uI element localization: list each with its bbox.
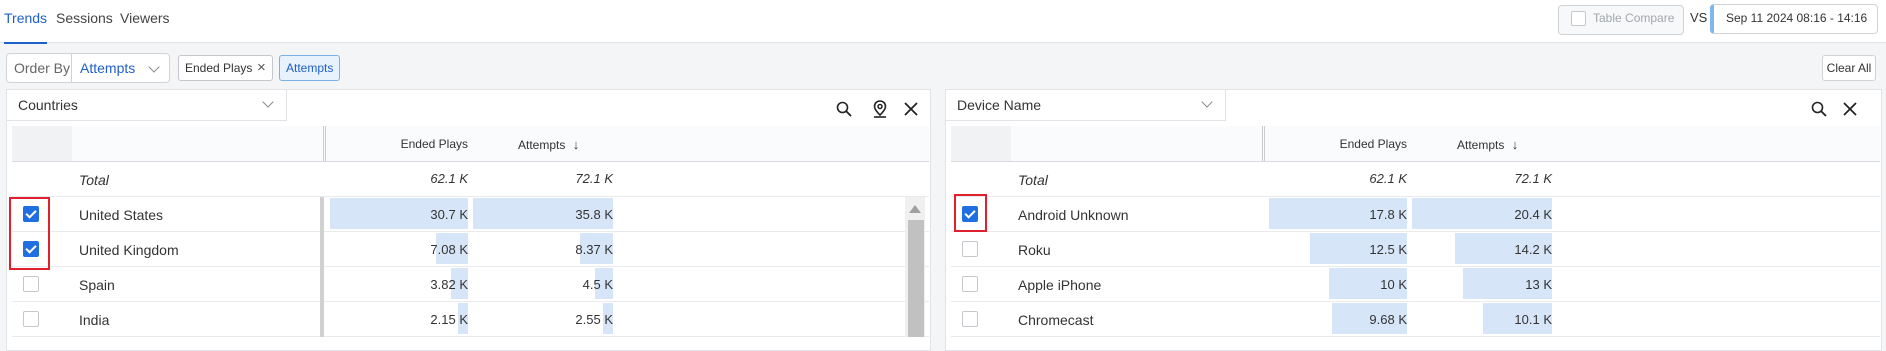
panel-title: Countries: [18, 97, 78, 113]
row-attempts: 20.4 K: [1514, 207, 1552, 222]
column-label: Attempts: [1457, 138, 1505, 152]
column-ended-plays[interactable]: Ended Plays: [380, 137, 468, 151]
tab-trends[interactable]: Trends: [4, 8, 48, 44]
search-icon[interactable]: [1811, 101, 1827, 117]
order-by-divider: [71, 54, 72, 82]
column-divider[interactable]: [323, 126, 324, 161]
clear-all-button[interactable]: Clear All: [1822, 55, 1876, 81]
selection-highlight: [9, 197, 50, 270]
total-label: Total: [79, 172, 109, 188]
chip-label: Attempts: [286, 61, 334, 75]
row-checkbox[interactable]: [962, 311, 978, 327]
row-checkbox[interactable]: [23, 311, 39, 327]
row-ended-plays: 30.7 K: [430, 207, 468, 222]
total-ended-plays: 62.1 K: [1369, 171, 1407, 186]
row-checkbox[interactable]: [962, 276, 978, 292]
column-divider: [1264, 126, 1265, 161]
column-divider[interactable]: [1262, 126, 1263, 161]
row-name: India: [79, 312, 110, 328]
order-by-label: Order By: [14, 60, 71, 76]
scroll-up-arrow-icon[interactable]: [909, 205, 921, 213]
table-header: [12, 126, 929, 162]
row-name: Android Unknown: [1018, 207, 1129, 223]
total-attempts: 72.1 K: [1514, 171, 1552, 186]
table-compare-label: Table Compare: [1593, 11, 1675, 25]
tab-sessions[interactable]: Sessions: [56, 8, 113, 42]
table-header: [951, 126, 1880, 162]
row-ended-plays: 2.15 K: [430, 312, 468, 327]
row-attempts: 10.1 K: [1514, 312, 1552, 327]
select-column-header: [12, 126, 72, 161]
chip-label: Ended Plays: [185, 61, 253, 75]
row-name: United States: [79, 207, 164, 223]
row-attempts: 35.8 K: [575, 207, 613, 222]
search-icon[interactable]: [836, 101, 852, 117]
row-attempts: 14.2 K: [1514, 242, 1552, 257]
map-pin-icon[interactable]: [872, 100, 888, 118]
row-attempts: 4.5 K: [582, 277, 613, 292]
close-icon[interactable]: ×: [257, 60, 266, 75]
table-row[interactable]: [12, 267, 929, 302]
panel-title: Device Name: [957, 97, 1042, 113]
row-ended-plays: 17.8 K: [1369, 207, 1407, 222]
scrollbar-thumb[interactable]: [908, 220, 924, 337]
row-name: Spain: [79, 277, 115, 293]
date-range-text: Sep 11 2024 08:16 - 14:16: [1726, 11, 1868, 25]
row-name: Chromecast: [1018, 312, 1094, 328]
row-ended-plays: 9.68 K: [1369, 312, 1407, 327]
row-ended-plays: 10 K: [1380, 277, 1407, 292]
row-name: Roku: [1018, 242, 1051, 258]
row-attempts: 13 K: [1525, 277, 1552, 292]
row-attempts: 2.55 K: [575, 312, 613, 327]
column-divider: [325, 126, 326, 161]
row-name: Apple iPhone: [1018, 277, 1102, 293]
frozen-column-scrollbar[interactable]: [320, 197, 324, 337]
table-row[interactable]: [951, 232, 1880, 267]
total-attempts: 72.1 K: [575, 171, 613, 186]
column-attempts[interactable]: Attempts ↓: [1457, 137, 1522, 152]
close-icon[interactable]: [1843, 102, 1857, 116]
total-label: Total: [1018, 172, 1048, 188]
tab-viewers[interactable]: Viewers: [120, 8, 170, 42]
vs-label: VS: [1690, 10, 1708, 25]
row-attempts: 8.37 K: [575, 242, 613, 257]
sort-desc-icon: ↓: [572, 137, 580, 152]
order-by-value: Attempts: [80, 60, 136, 76]
selection-highlight: [954, 194, 987, 232]
row-name: United Kingdom: [79, 242, 179, 258]
column-label: Attempts: [518, 138, 566, 152]
column-ended-plays[interactable]: Ended Plays: [1319, 137, 1407, 151]
row-ended-plays: 12.5 K: [1369, 242, 1407, 257]
table-row[interactable]: [12, 302, 929, 337]
row-checkbox[interactable]: [23, 276, 39, 292]
table-compare-checkbox[interactable]: [1571, 11, 1586, 26]
close-icon[interactable]: [904, 102, 918, 116]
select-column-header: [951, 126, 1011, 161]
column-attempts[interactable]: Attempts ↓: [518, 137, 583, 152]
sort-desc-icon: ↓: [1511, 137, 1519, 152]
row-ended-plays: 3.82 K: [430, 277, 468, 292]
chip-attempts[interactable]: Attempts: [279, 55, 341, 81]
row-ended-plays: 7.08 K: [430, 242, 468, 257]
total-ended-plays: 62.1 K: [430, 171, 468, 186]
row-checkbox[interactable]: [962, 241, 978, 257]
